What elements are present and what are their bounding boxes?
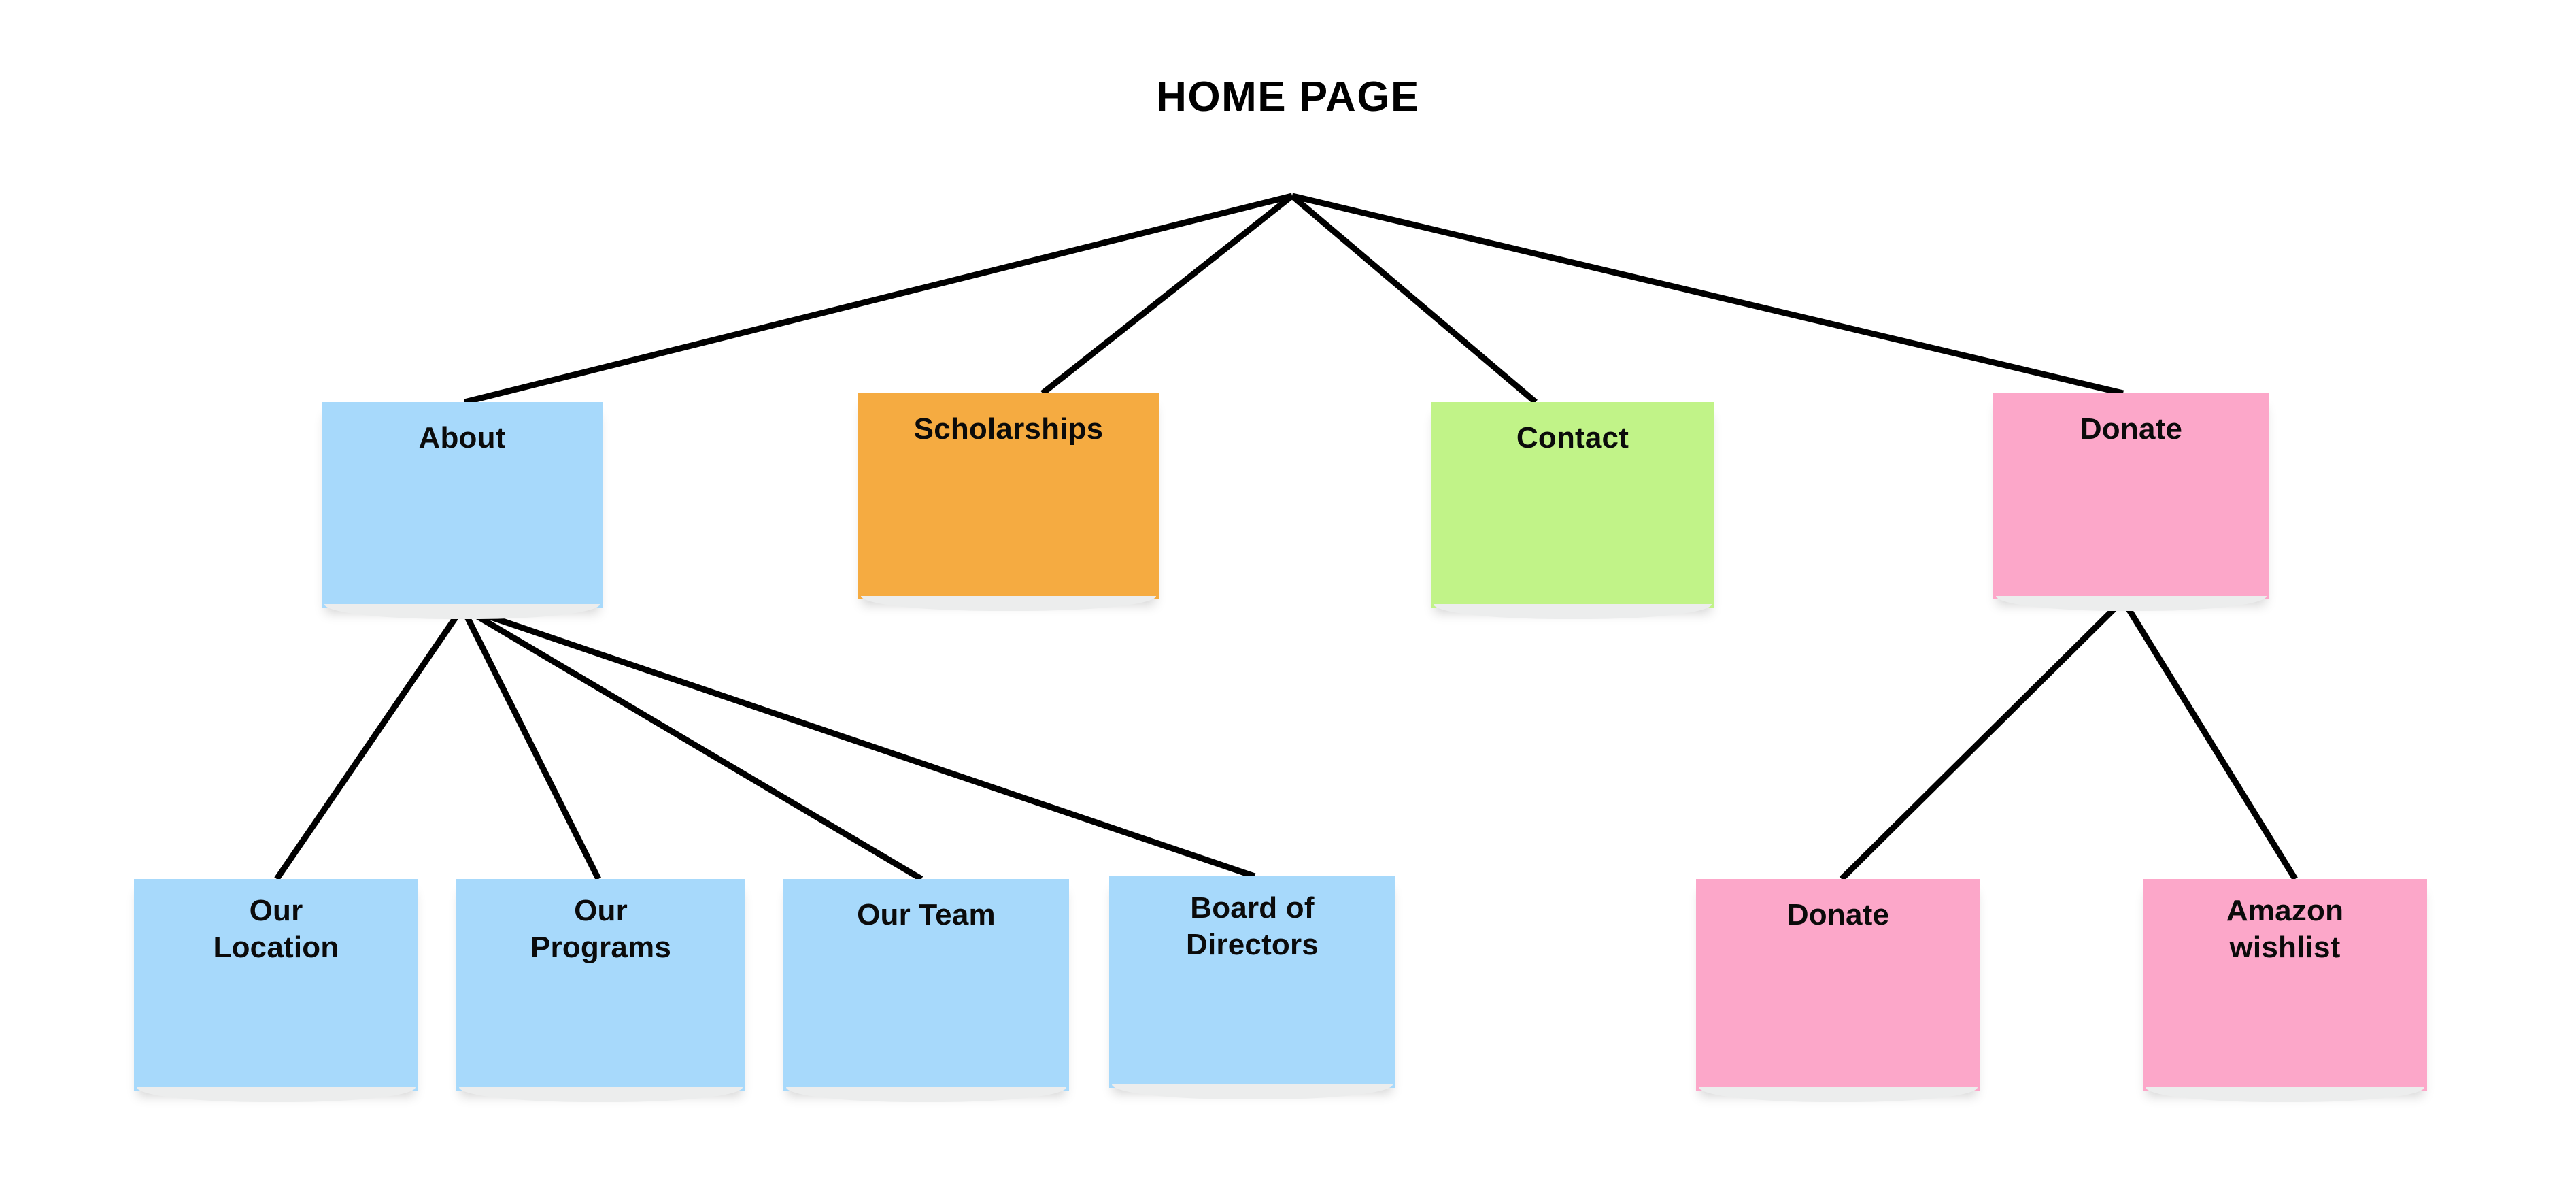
node-board-of-directors[interactable]: Board of Directors xyxy=(1109,876,1395,1099)
edge-home-to-about xyxy=(463,193,1293,405)
node-our-programs-label-line2: Programs xyxy=(530,930,671,964)
node-our-location-label-line2: Location xyxy=(213,930,339,964)
node-about-label: About xyxy=(418,421,506,454)
node-donate-child[interactable]: Donate xyxy=(1696,879,1980,1102)
node-scholarships[interactable]: Scholarships xyxy=(858,393,1159,611)
node-scholarships-label: Scholarships xyxy=(913,412,1104,446)
edge-about-to-our-location xyxy=(274,605,465,881)
node-amazon-wishlist[interactable]: Amazon wishlist xyxy=(2143,879,2427,1102)
page-title: HOME PAGE xyxy=(1156,73,1420,120)
node-amazon-wishlist-label-line2: wishlist xyxy=(2229,930,2341,964)
node-donate-child-label: Donate xyxy=(1786,898,1890,931)
edge-donate-to-amazon-wishlist xyxy=(2120,598,2298,881)
node-our-programs[interactable]: Our Programs xyxy=(456,879,745,1102)
node-donate-label: Donate xyxy=(2080,412,2183,446)
edge-about-to-board xyxy=(461,604,1256,880)
edge-about-to-our-team xyxy=(460,605,923,882)
edge-donate-to-donate-child xyxy=(1839,597,2126,882)
node-about[interactable]: About xyxy=(322,402,603,619)
node-our-location-label-line1: Our xyxy=(249,894,303,927)
node-board-of-directors-label-line1: Board of xyxy=(1190,891,1315,925)
edge-about-to-our-programs xyxy=(459,605,602,881)
node-amazon-wishlist-label-line1: Amazon xyxy=(2226,894,2344,927)
node-board-of-directors-label-line2: Directors xyxy=(1186,927,1319,961)
sitemap-canvas: HOME PAGE About Scholarships Contact Don… xyxy=(0,0,2576,1179)
node-contact[interactable]: Contact xyxy=(1431,402,1714,619)
edge-home-to-scholarships xyxy=(1040,193,1294,396)
node-our-team[interactable]: Our Team xyxy=(783,879,1069,1102)
node-contact-label: Contact xyxy=(1516,421,1629,454)
edge-home-to-contact xyxy=(1290,193,1538,405)
node-our-team-label: Our Team xyxy=(857,898,996,931)
edge-home-to-donate xyxy=(1291,193,2124,397)
node-our-location[interactable]: Our Location xyxy=(134,879,418,1102)
node-donate[interactable]: Donate xyxy=(1993,393,2269,611)
node-our-programs-label-line1: Our xyxy=(574,894,628,927)
